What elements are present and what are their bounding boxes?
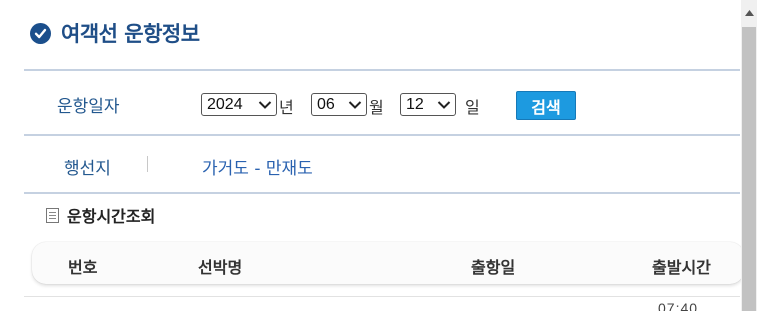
divider — [24, 192, 740, 194]
search-button[interactable]: 검색 — [516, 91, 576, 120]
chevron-down-icon — [348, 101, 362, 109]
route-label: 행선지 — [64, 159, 111, 179]
column-header-vessel: 선박명 — [198, 258, 243, 277]
year-unit: 년 — [279, 98, 294, 117]
date-label: 운항일자 — [57, 97, 120, 117]
year-value: 2024 — [207, 95, 243, 113]
day-select[interactable]: 12 — [400, 93, 456, 116]
route-value: 가거도 - 만재도 — [202, 159, 313, 179]
divider — [24, 69, 740, 71]
divider — [24, 134, 740, 136]
date-search-row: 운항일자 2024 년 06 월 12 일 검색 — [24, 72, 740, 134]
day-unit: 일 — [465, 98, 480, 117]
column-header-number: 번호 — [68, 258, 98, 277]
vertical-scrollbar[interactable] — [741, 0, 757, 311]
scrollbar-thumb[interactable] — [742, 27, 756, 311]
page-header: 여객선 운항정보 — [30, 18, 200, 48]
page-title: 여객선 운항정보 — [61, 22, 200, 46]
check-circle-icon — [30, 22, 51, 44]
month-select[interactable]: 06 — [311, 93, 367, 116]
chevron-down-icon — [258, 101, 272, 109]
chevron-down-icon — [437, 101, 451, 109]
schedule-section-header: 운항시간조회 — [46, 204, 155, 226]
column-header-departure-time: 출발시간 — [652, 258, 711, 277]
month-unit: 월 — [369, 98, 384, 117]
departure-time-cell: 07:40 — [658, 300, 699, 311]
column-header-departure-date: 출항일 — [471, 258, 516, 277]
day-value: 12 — [406, 95, 424, 113]
route-row: 행선지 가거도 - 만재도 — [24, 137, 740, 193]
document-icon — [46, 207, 59, 223]
table-header: 번호 선박명 출항일 출발시간 — [32, 242, 744, 284]
table-row-divider — [24, 296, 740, 297]
route-separator — [147, 156, 148, 172]
year-select[interactable]: 2024 — [201, 93, 277, 116]
section-title: 운항시간조회 — [67, 207, 156, 226]
month-value: 06 — [317, 95, 335, 113]
scroll-up-arrow-icon[interactable] — [741, 0, 757, 26]
